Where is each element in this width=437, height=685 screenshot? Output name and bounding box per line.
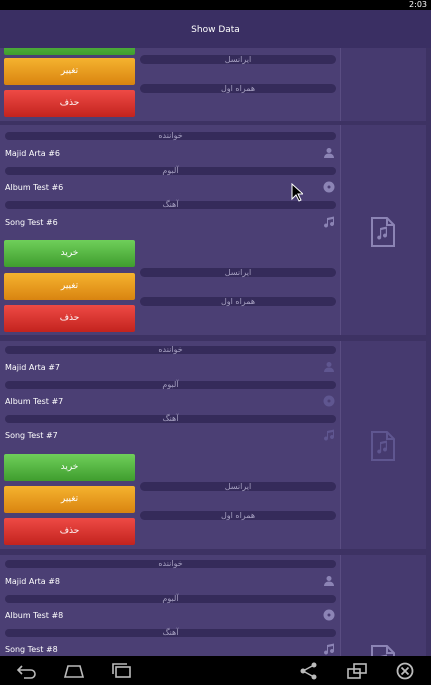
disc-icon	[323, 181, 335, 193]
navigation-bar	[0, 656, 431, 685]
disc-icon	[323, 395, 335, 407]
card-left: خواننده Majid Arta #7 آلبوم Album Test #…	[0, 341, 340, 549]
list-card-partial: خرید تغییر حذف ایرانسل همراه اول	[0, 48, 431, 121]
data-list[interactable]: خرید تغییر حذف ایرانسل همراه اول خواننده…	[0, 48, 431, 656]
status-clock: 2:03	[409, 0, 427, 9]
share-icon[interactable]	[298, 662, 320, 680]
irancell-label: ایرانسل	[140, 55, 336, 64]
person-icon	[323, 575, 335, 587]
list-card[interactable]: خواننده Majid Arta #6 آلبوم Album Test #…	[0, 125, 431, 335]
recent-apps-icon[interactable]	[111, 662, 133, 680]
singer-label: خواننده	[5, 132, 336, 140]
person-icon	[323, 361, 335, 373]
song-label: آهنگ	[5, 629, 336, 637]
singer-label: خواننده	[5, 560, 336, 568]
buy-button[interactable]: خرید	[4, 48, 135, 55]
screen-edge	[431, 0, 437, 685]
app-bar: Show Data	[0, 10, 431, 48]
music-file-icon	[370, 645, 396, 656]
card-left: خواننده Majid Arta #8 آلبوم Album Test #…	[0, 555, 340, 656]
status-bar: 2:03	[0, 0, 431, 10]
music-note-icon	[323, 429, 335, 441]
album-label: آلبوم	[5, 595, 336, 603]
hamrah-label: همراه اول	[140, 297, 336, 306]
disc-icon	[323, 609, 335, 621]
card-left: خرید تغییر حذف ایرانسل همراه اول	[0, 48, 340, 121]
hamrah-label: همراه اول	[140, 511, 336, 520]
rotate-screen-icon[interactable]	[346, 662, 368, 680]
delete-button[interactable]: حذف	[4, 305, 135, 332]
irancell-label: ایرانسل	[140, 268, 336, 277]
singer-value: Majid Arta #7	[5, 363, 61, 372]
song-value: Song Test #6	[5, 218, 58, 227]
album-value: Album Test #7	[5, 397, 64, 406]
home-icon[interactable]	[63, 662, 85, 680]
buy-button[interactable]: خرید	[4, 240, 135, 267]
song-label: آهنگ	[5, 201, 336, 209]
card-icon-column	[340, 48, 427, 121]
singer-value: Majid Arta #6	[5, 149, 61, 158]
song-value: Song Test #8	[5, 645, 58, 654]
list-card[interactable]: خواننده Majid Arta #7 آلبوم Album Test #…	[0, 341, 431, 549]
album-value: Album Test #8	[5, 611, 64, 620]
music-file-icon	[370, 217, 396, 247]
buy-button[interactable]: خرید	[4, 454, 135, 481]
delete-button[interactable]: حذف	[4, 518, 135, 545]
irancell-label: ایرانسل	[140, 482, 336, 491]
edit-button[interactable]: تغییر	[4, 58, 135, 85]
music-file-icon	[370, 431, 396, 461]
card-icon-column	[340, 555, 427, 656]
list-card[interactable]: خواننده Majid Arta #8 آلبوم Album Test #…	[0, 555, 431, 656]
singer-value: Majid Arta #8	[5, 577, 61, 586]
close-icon[interactable]	[394, 662, 416, 680]
music-note-icon	[323, 643, 335, 655]
mouse-cursor-icon	[291, 182, 305, 203]
music-note-icon	[323, 216, 335, 228]
hamrah-label: همراه اول	[140, 84, 336, 93]
album-label: آلبوم	[5, 381, 336, 389]
back-icon[interactable]	[16, 662, 38, 680]
singer-label: خواننده	[5, 346, 336, 354]
edit-button[interactable]: تغییر	[4, 273, 135, 300]
song-label: آهنگ	[5, 415, 336, 423]
edit-button[interactable]: تغییر	[4, 486, 135, 513]
song-value: Song Test #7	[5, 431, 58, 440]
person-icon	[323, 147, 335, 159]
delete-button[interactable]: حذف	[4, 90, 135, 117]
album-label: آلبوم	[5, 167, 336, 175]
page-title: Show Data	[191, 25, 240, 35]
album-value: Album Test #6	[5, 183, 64, 192]
card-left: خواننده Majid Arta #6 آلبوم Album Test #…	[0, 125, 340, 335]
